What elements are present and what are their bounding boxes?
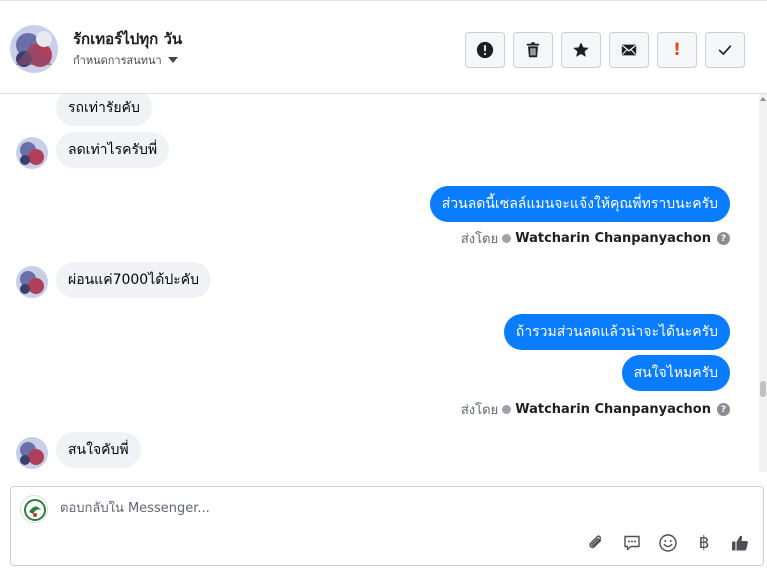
sent-by-name[interactable]: Watcharin Chanpanyachon (515, 231, 711, 246)
emoji-button[interactable] (657, 532, 679, 554)
contact-avatar[interactable] (10, 25, 58, 73)
thread-scrollbar[interactable] (759, 94, 767, 472)
sent-by-prefix: ส่งโดย (460, 403, 499, 418)
scroll-up-arrow-icon[interactable] (760, 97, 766, 101)
contact-name[interactable]: รักเทอร์ไปทุก วัน (73, 27, 182, 51)
emoji-icon (659, 534, 677, 552)
conversation-header: รักเทอร์ไปทุก วัน กำหนดการสนทนา ! (0, 0, 767, 94)
thumbs-up-icon (732, 535, 748, 551)
paperclip-icon (589, 535, 602, 549)
help-icon[interactable]: ? (717, 403, 730, 416)
star-button[interactable] (561, 32, 601, 68)
page-badge-icon (502, 234, 512, 243)
help-icon[interactable]: ? (717, 232, 730, 245)
trash-icon (526, 42, 540, 58)
caret-down-icon (167, 57, 178, 63)
check-icon (718, 45, 732, 55)
incoming-message: ลดเท่าไรครับพี่ (56, 132, 170, 168)
sender-avatar[interactable] (16, 437, 48, 469)
incoming-message: สนใจคับพี่ (56, 432, 141, 468)
sent-by-line: ส่งโดย Watcharin Chanpanyachon ? (461, 399, 730, 420)
conversation-toolbar: ! (465, 32, 745, 68)
incoming-message: รถเท่ารัยคับ (56, 94, 152, 126)
star-icon (573, 42, 589, 57)
delete-button[interactable] (513, 32, 553, 68)
saved-replies-button[interactable] (621, 532, 643, 554)
mark-done-button[interactable] (705, 32, 745, 68)
sender-avatar[interactable] (16, 137, 48, 169)
outgoing-message: ถ้ารวมส่วนลดแล้วน่าจะได้นะครับ (503, 314, 730, 350)
mark-unread-button[interactable] (609, 32, 649, 68)
outgoing-message: สนใจไหมครับ (621, 355, 730, 391)
reply-composer: ฿ (10, 486, 764, 566)
page-avatar (20, 495, 48, 523)
follow-up-button[interactable]: ! (657, 32, 697, 68)
like-button[interactable] (729, 532, 751, 554)
message-thread[interactable]: รถเท่ารัยคับ ลดเท่าไรครับพี่ ส่วนลดนี้เซ… (0, 94, 767, 472)
sent-by-line: ส่งโดย Watcharin Chanpanyachon ? (461, 228, 730, 249)
assign-conversation-dropdown[interactable]: กำหนดการสนทนา (73, 51, 178, 69)
attach-button[interactable] (585, 532, 607, 554)
baht-icon: ฿ (698, 533, 710, 553)
sender-avatar[interactable] (16, 266, 48, 298)
sent-by-name[interactable]: Watcharin Chanpanyachon (515, 402, 711, 417)
reply-input[interactable] (60, 501, 740, 516)
saved-replies-icon (624, 535, 640, 551)
outgoing-message: ส่วนลดนี้เซลล์แมนจะแจ้งให้คุณพี่ทราบนะคร… (429, 186, 730, 222)
spam-button[interactable] (465, 32, 505, 68)
composer-toolbar: ฿ (585, 532, 751, 554)
alert-circle-icon (476, 41, 494, 59)
exclamation-icon: ! (673, 40, 681, 60)
incoming-message: ผ่อนแค่7000ได้ปะคับ (56, 262, 211, 298)
payment-button[interactable]: ฿ (693, 532, 715, 554)
scrollbar-thumb[interactable] (760, 381, 766, 397)
page-badge-icon (502, 405, 512, 414)
sent-by-prefix: ส่งโดย (460, 232, 499, 247)
envelope-icon (621, 44, 637, 56)
assign-label: กำหนดการสนทนา (73, 54, 162, 67)
